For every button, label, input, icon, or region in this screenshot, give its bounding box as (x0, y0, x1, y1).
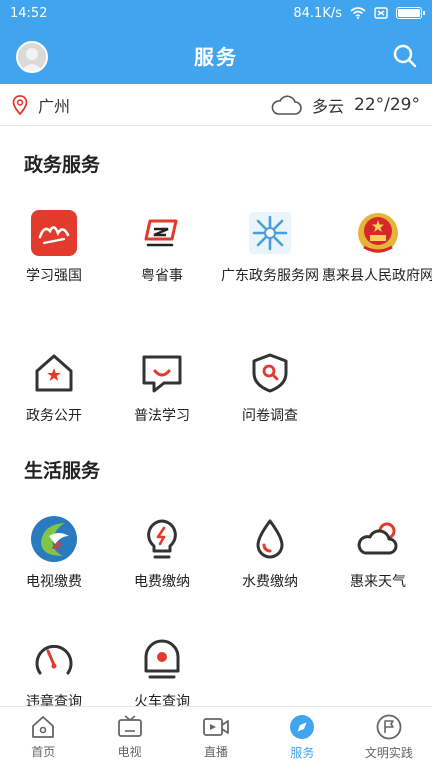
shield-search-icon (245, 348, 295, 398)
weather-info: 多云 22°/29° (270, 93, 420, 117)
service-label: 水费缴纳 (242, 574, 298, 590)
service-item-electricity[interactable]: 电费缴纳 (108, 514, 216, 634)
service-item-tv-payment[interactable]: 电视缴费 (0, 514, 108, 634)
tab-tv[interactable]: 电视 (86, 707, 172, 768)
sim-off-icon (374, 7, 388, 19)
video-icon (203, 718, 229, 736)
weather-bar: 广州 多云 22°/29° (0, 84, 432, 126)
service-label: 惠来县人民政府网 (322, 268, 432, 284)
home-icon (32, 716, 55, 738)
xuexi-qiangguo-logo (29, 208, 79, 258)
bottom-tab-bar: 首页 电视 直播 服务 文明实践 (0, 706, 432, 768)
weather-condition: 多云 (311, 96, 344, 116)
tab-label: 直播 (204, 745, 229, 759)
train-icon (137, 634, 187, 684)
service-item-violation[interactable]: 违章查询 (0, 634, 108, 706)
service-item-yueshengshi[interactable]: 粤省事 (108, 208, 216, 328)
location-pin-icon[interactable] (12, 94, 28, 115)
cloud-icon (271, 94, 302, 115)
tab-label: 服务 (290, 746, 315, 760)
yue-sheng-shi-logo (137, 208, 187, 258)
tab-label: 文明实践 (364, 746, 413, 760)
service-item-train[interactable]: 火车查询 (108, 634, 216, 706)
network-speed: 84.1K/s (293, 5, 342, 21)
tab-service[interactable]: 服务 (259, 707, 345, 768)
service-item-xuexi[interactable]: 学习强国 (0, 208, 108, 328)
service-label: 普法学习 (134, 408, 190, 424)
tab-label: 电视 (117, 745, 142, 759)
house-star-icon (29, 348, 79, 398)
service-label: 学习强国 (26, 268, 82, 284)
battery-icon (396, 7, 425, 19)
service-item-gov-public[interactable]: 政务公开 (0, 348, 108, 468)
service-item-huilai-gov[interactable]: 惠来县人民政府网 (322, 208, 432, 328)
service-label: 惠来天气 (350, 574, 406, 590)
avatar[interactable] (16, 41, 48, 73)
tab-civilization-practice[interactable]: 文明实践 (346, 707, 432, 768)
service-content: 政务服务 学习强国 粤省事 广东政务服务网 惠来县人民政府网 政务公开 普法学习… (0, 126, 432, 706)
flag-circle-icon (376, 714, 402, 740)
tab-live[interactable]: 直播 (173, 707, 259, 768)
status-bar: 14:52 84.1K/s (0, 0, 432, 26)
page-title: 服务 (194, 44, 238, 69)
cloud-sun-icon (353, 514, 403, 564)
service-item-water[interactable]: 水费缴纳 (216, 514, 324, 634)
national-emblem-icon (353, 208, 403, 258)
guangdong-gov-logo (245, 208, 295, 258)
wifi-icon (350, 7, 366, 19)
service-label: 问卷调查 (242, 408, 298, 424)
tv-icon (117, 715, 142, 737)
service-label: 粤省事 (141, 268, 183, 284)
avatar-person-icon (21, 48, 43, 71)
tv-payment-logo (29, 514, 79, 564)
app-bar: 服务 (0, 26, 432, 84)
search-icon[interactable] (392, 43, 418, 69)
status-time: 14:52 (10, 5, 48, 21)
section-title-government: 政务服务 (24, 154, 101, 176)
water-drop-icon (245, 514, 295, 564)
gauge-icon (29, 634, 79, 684)
tab-label: 首页 (31, 745, 56, 759)
service-item-guangdong-gov[interactable]: 广东政务服务网 (216, 208, 324, 328)
service-item-survey[interactable]: 问卷调查 (216, 348, 324, 468)
service-label: 政务公开 (26, 408, 82, 424)
lightbulb-icon (137, 514, 187, 564)
status-icons: 84.1K/s (293, 5, 425, 21)
service-item-law-study[interactable]: 普法学习 (108, 348, 216, 468)
tab-home[interactable]: 首页 (0, 707, 86, 768)
chat-bubble-icon (137, 348, 187, 398)
compass-icon (290, 715, 315, 739)
temperature-range: 22°/29° (354, 94, 420, 115)
service-label: 火车查询 (134, 694, 190, 706)
city-name[interactable]: 广州 (38, 93, 70, 117)
service-label: 电费缴纳 (134, 574, 190, 590)
service-label: 电视缴费 (26, 574, 82, 590)
service-item-huilai-weather[interactable]: 惠来天气 (324, 514, 432, 634)
service-label: 广东政务服务网 (221, 268, 319, 284)
battery-level (398, 9, 420, 17)
section-title-life: 生活服务 (24, 460, 101, 482)
service-label: 违章查询 (26, 694, 82, 706)
